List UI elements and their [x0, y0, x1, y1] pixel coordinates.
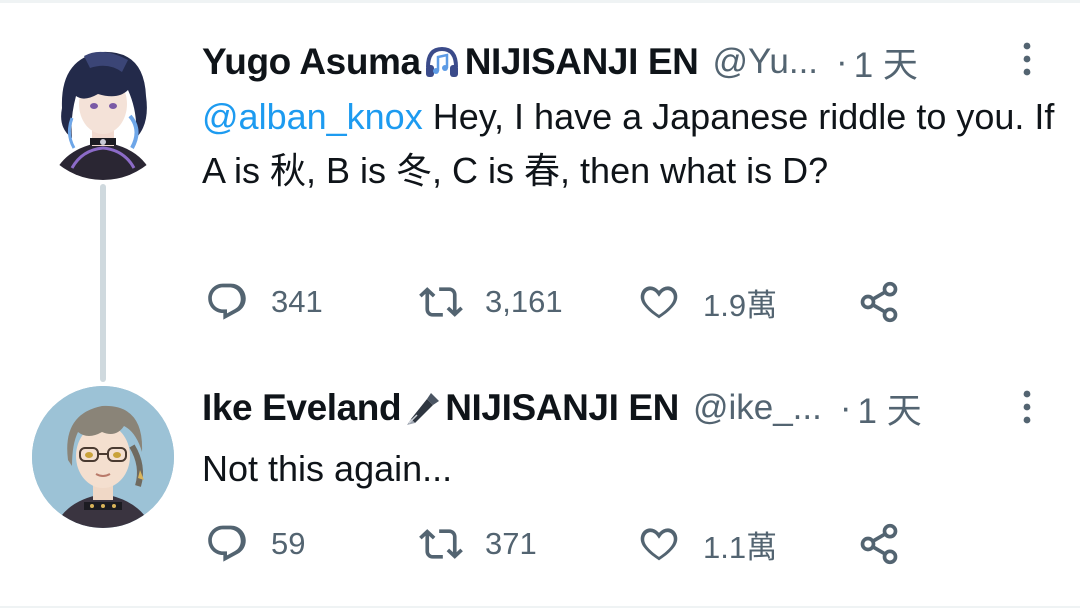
reply-button[interactable]: 59 [205, 520, 305, 568]
reply-icon [208, 283, 246, 320]
author-handle[interactable]: @Yu... [712, 42, 818, 82]
share-button[interactable] [857, 520, 923, 568]
more-options-icon[interactable] [1020, 40, 1034, 80]
timestamp[interactable]: 1 天 [858, 383, 922, 434]
avatar[interactable] [32, 386, 174, 528]
fountain-pen-emoji-icon [403, 389, 441, 427]
share-icon [860, 523, 898, 565]
avatar-ike-image [32, 386, 174, 528]
like-count: 1.1萬 [703, 529, 778, 565]
reply-icon [208, 525, 246, 562]
like-button[interactable]: 1.1萬 [637, 520, 777, 568]
mention-link[interactable]: @alban_knox [202, 96, 423, 137]
share-button[interactable] [857, 278, 923, 326]
author-affiliation: NIJISANJI EN [464, 41, 699, 82]
author-name[interactable]: Yugo Asuma [202, 41, 421, 83]
heart-icon [640, 286, 678, 319]
tweet-header: Ike Eveland NIJISANJI EN @ike_... · 1 天 [202, 386, 922, 431]
heart-icon [640, 528, 678, 561]
tweet-header: Yugo Asuma NIJISANJI EN @Yu... · 1 天 [202, 40, 918, 85]
author-affiliation: NIJISANJI EN [445, 387, 679, 428]
retweet-button[interactable]: 371 [419, 520, 537, 568]
retweet-count: 3,161 [485, 284, 563, 319]
retweet-icon [419, 529, 463, 559]
like-button[interactable]: 1.9萬 [637, 278, 777, 326]
tweet-text: Not this again... [202, 448, 453, 489]
author-name[interactable]: Ike Eveland [202, 387, 402, 429]
reply-count: 59 [271, 526, 306, 561]
tweet-ike[interactable]: Ike Eveland NIJISANJI EN @ike_... · 1 天 … [0, 360, 1080, 606]
like-count: 1.9萬 [703, 287, 778, 323]
retweet-icon [419, 287, 463, 317]
tweet-text: @alban_knox Hey, I have a Japanese riddl… [202, 90, 1062, 198]
reply-count: 341 [271, 284, 323, 319]
author-handle[interactable]: @ike_... [693, 388, 822, 428]
avatar-yugo-image [32, 38, 174, 180]
separator-dot: · [836, 42, 848, 81]
more-options-icon[interactable] [1020, 388, 1034, 428]
share-icon [860, 281, 898, 323]
timestamp[interactable]: 1 天 [854, 37, 918, 88]
reply-button[interactable]: 341 [205, 278, 323, 326]
avatar[interactable] [32, 38, 174, 180]
separator-dot: · [839, 388, 852, 427]
thread-connector-line [100, 184, 106, 382]
tweet-yugo[interactable]: Yugo Asuma NIJISANJI EN @Yu... · 1 天 @al… [0, 0, 1080, 360]
retweet-count: 371 [485, 526, 537, 561]
headphone-music-emoji-icon [423, 43, 461, 81]
retweet-button[interactable]: 3,161 [419, 278, 563, 326]
